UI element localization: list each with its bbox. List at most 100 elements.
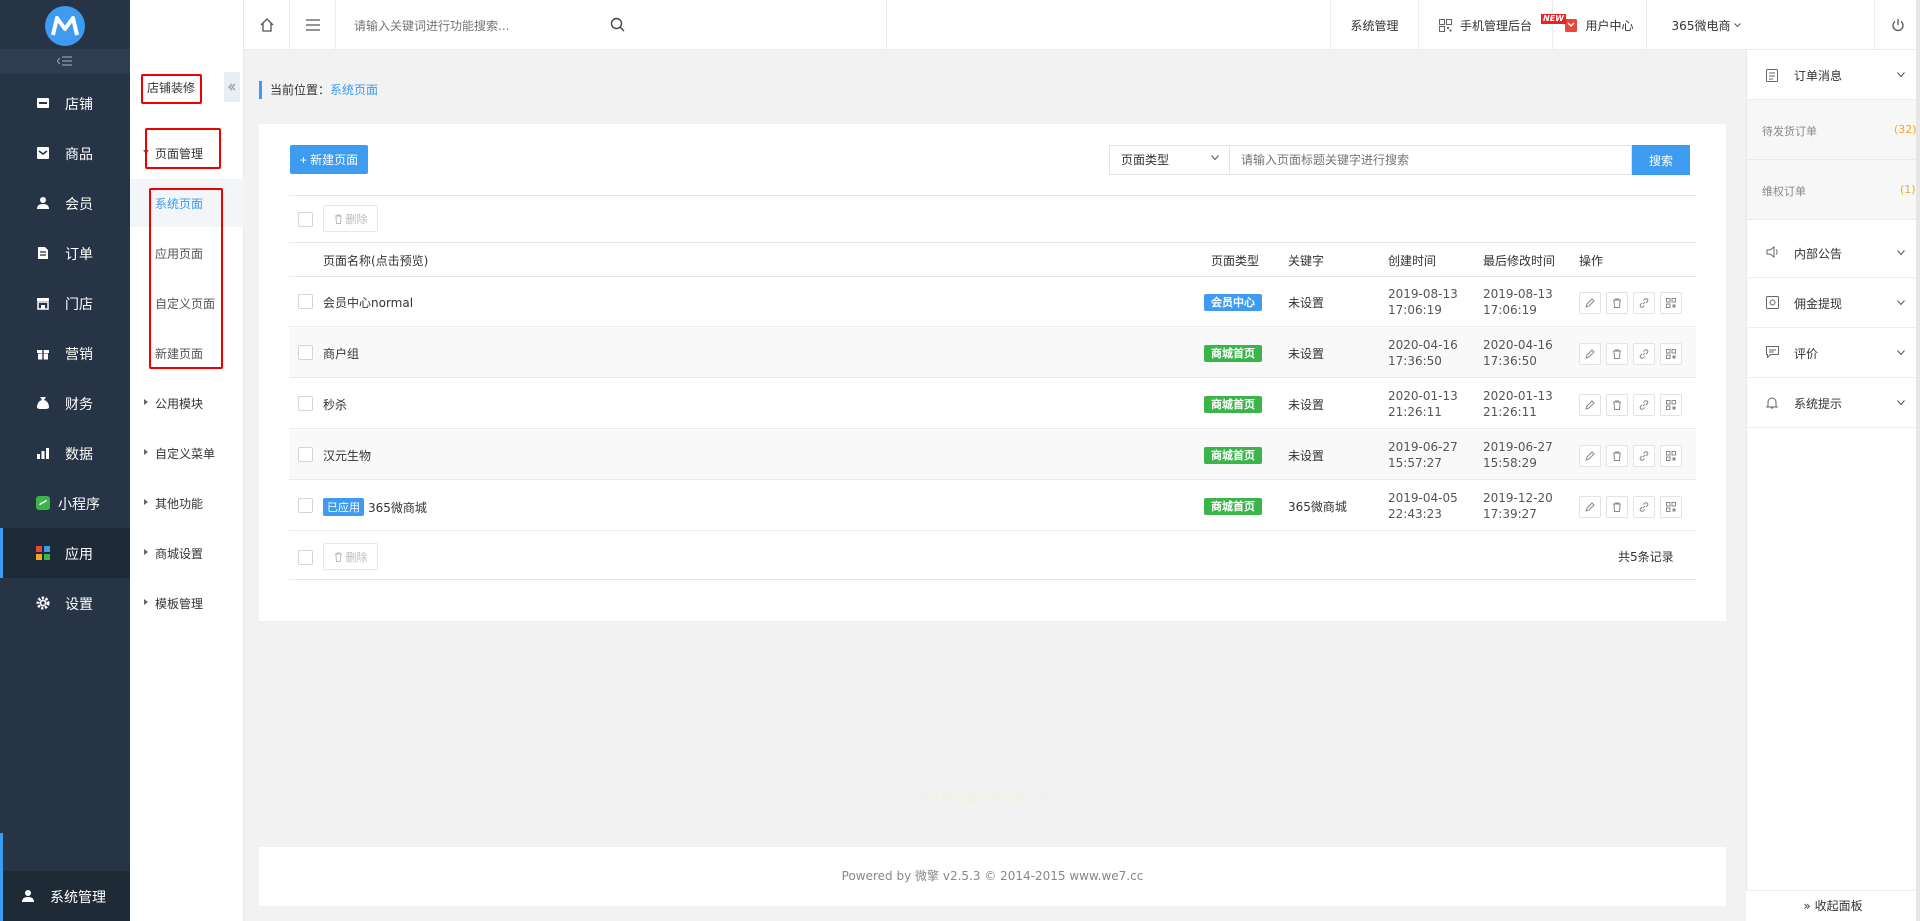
row-checkbox[interactable] <box>298 345 313 360</box>
copy-link-button[interactable] <box>1633 496 1655 518</box>
new-page-button[interactable]: + 新建页面 <box>290 145 368 174</box>
modified-date: 2020-01-13 <box>1483 389 1553 403</box>
internal-notice-header[interactable]: 内部公告 <box>1747 228 1920 278</box>
nav-item-marketing[interactable]: 营销 <box>0 328 130 378</box>
menu-toggle-button[interactable] <box>290 0 336 50</box>
scrollbar[interactable] <box>1916 0 1920 921</box>
qr-code-button[interactable] <box>1660 292 1682 314</box>
nav-item-system-manage[interactable]: 系统管理 <box>0 833 130 921</box>
qr-code-button[interactable] <box>1660 496 1682 518</box>
sub-item-app-page[interactable]: 应用页面 <box>130 229 244 277</box>
review-header[interactable]: 评价 <box>1747 328 1920 378</box>
system-manage-link[interactable]: 系统管理 <box>1330 0 1418 50</box>
page-name-link[interactable]: 汉元生物 <box>323 447 371 464</box>
delete-button[interactable] <box>1606 292 1628 314</box>
nav-item-store[interactable]: 店铺 <box>0 78 130 128</box>
page-type-tag: 商城首页 <box>1204 345 1262 362</box>
system-tip-header[interactable]: 系统提示 <box>1747 378 1920 428</box>
row-checkbox[interactable] <box>298 396 313 411</box>
select-all-checkbox[interactable] <box>298 212 313 227</box>
pending-shipment-orders[interactable]: 待发货订单 (32) <box>1747 100 1920 160</box>
sub-group-label: 页面管理 <box>155 147 204 161</box>
collapse-panel-button[interactable]: » 收起面板 <box>1746 890 1920 921</box>
batch-delete-button[interactable]: 删除 <box>323 205 378 232</box>
select-all-checkbox-bottom[interactable] <box>298 550 313 565</box>
nav-item-goods[interactable]: 商品 <box>0 128 130 178</box>
sub-group-common-module[interactable]: 公用模块 <box>130 388 244 418</box>
pending-label: 待发货订单 <box>1762 125 1817 138</box>
sub-group-other-functions[interactable]: 其他功能 <box>130 488 244 518</box>
edit-button[interactable] <box>1579 496 1601 518</box>
qr-code-button[interactable] <box>1660 343 1682 365</box>
search-button[interactable]: 搜索 <box>1632 145 1690 175</box>
nav-item-settings[interactable]: 设置 <box>0 578 130 628</box>
nav-item-order[interactable]: 订单 <box>0 228 130 278</box>
pending-count: (32) <box>1894 123 1917 136</box>
top-bar: 系统管理 手机管理后台 用户中心 365微电商 <box>244 0 1920 50</box>
delete-button[interactable] <box>1606 496 1628 518</box>
right-panel: 订单消息 待发货订单 (32) 维权订单 (1) 内部公告 佣金提现 评价 系统… <box>1746 50 1920 921</box>
brand-logo[interactable] <box>45 6 85 46</box>
logout-button[interactable] <box>1874 0 1920 50</box>
search-icon[interactable] <box>610 17 625 32</box>
page-name-link[interactable]: 商户组 <box>323 345 359 362</box>
sub-group-template-manage[interactable]: 模板管理 <box>130 588 244 618</box>
copy-link-button[interactable] <box>1633 445 1655 467</box>
nav-item-member[interactable]: 会员 <box>0 178 130 228</box>
sub-sidebar-collapse-button[interactable] <box>224 72 240 102</box>
row-checkbox[interactable] <box>298 498 313 513</box>
delete-button[interactable] <box>1606 445 1628 467</box>
copy-link-button[interactable] <box>1633 343 1655 365</box>
user-center-link[interactable]: 用户中心 <box>1552 0 1646 50</box>
table-row: 已应用 365微商城 商城首页 365微商城 2019-04-05 22:43:23 201… <box>289 481 1696 531</box>
order-message-header[interactable]: 订单消息 <box>1747 50 1920 100</box>
commission-withdraw-header[interactable]: 佣金提现 <box>1747 278 1920 328</box>
rights-orders[interactable]: 维权订单 (1) <box>1747 160 1920 220</box>
delete-button[interactable] <box>1606 343 1628 365</box>
nav-item-data[interactable]: 数据 <box>0 428 130 478</box>
nav-item-miniprogram[interactable]: 小程序 <box>0 478 130 528</box>
nav-item-finance[interactable]: 财务 <box>0 378 130 428</box>
page-keyword-input[interactable] <box>1230 145 1632 175</box>
nav-item-outlet[interactable]: 门店 <box>0 278 130 328</box>
chevron-down-icon <box>1897 400 1905 406</box>
breadcrumb-current[interactable]: 系统页面 <box>330 83 378 97</box>
batch-delete-button-bottom[interactable]: 删除 <box>323 543 378 570</box>
sub-item-system-page[interactable]: 系统页面 <box>130 179 244 227</box>
edit-button[interactable] <box>1579 394 1601 416</box>
copy-link-button[interactable] <box>1633 292 1655 314</box>
mobile-backend-label: 手机管理后台 <box>1459 18 1532 33</box>
sub-item-custom-page[interactable]: 自定义页面 <box>130 279 244 327</box>
moneybag-icon <box>36 396 50 410</box>
user-center-label: 用户中心 <box>1585 18 1634 33</box>
home-button[interactable] <box>244 0 290 50</box>
edit-icon <box>1585 451 1595 461</box>
page-name-link[interactable]: 会员中心normal <box>323 294 413 311</box>
row-checkbox[interactable] <box>298 294 313 309</box>
function-search-input[interactable] <box>354 16 834 36</box>
shop-switcher-dropdown[interactable]: 365微电商 <box>1646 0 1766 50</box>
delete-label: 删除 <box>345 212 368 226</box>
edit-button[interactable] <box>1579 343 1601 365</box>
edit-button[interactable] <box>1579 292 1601 314</box>
page-name-link[interactable]: 已应用 365微商城 <box>323 498 427 516</box>
bar-chart-icon <box>36 446 50 460</box>
delete-button[interactable] <box>1606 394 1628 416</box>
applied-badge: 已应用 <box>323 498 364 516</box>
edit-button[interactable] <box>1579 445 1601 467</box>
sub-item-new-page[interactable]: 新建页面 <box>130 329 244 377</box>
sub-group-page-manage[interactable]: 页面管理 <box>130 138 244 168</box>
nav-item-apps[interactable]: 应用 <box>0 528 130 578</box>
created-time: 2019-04-05 22:43:23 <box>1388 490 1458 522</box>
page-name-link[interactable]: 秒杀 <box>323 396 347 413</box>
nav-collapse-icon[interactable] <box>57 56 73 66</box>
created-clock: 15:57:27 <box>1388 456 1442 470</box>
row-checkbox[interactable] <box>298 447 313 462</box>
copy-link-button[interactable] <box>1633 394 1655 416</box>
qr-code-button[interactable] <box>1660 394 1682 416</box>
qr-code-button[interactable] <box>1660 445 1682 467</box>
page-name: 商户组 <box>323 347 360 361</box>
mobile-backend-link[interactable]: 手机管理后台 <box>1418 0 1552 50</box>
sub-group-custom-menu[interactable]: 自定义菜单 <box>130 438 244 468</box>
sub-group-mall-settings[interactable]: 商城设置 <box>130 538 244 568</box>
